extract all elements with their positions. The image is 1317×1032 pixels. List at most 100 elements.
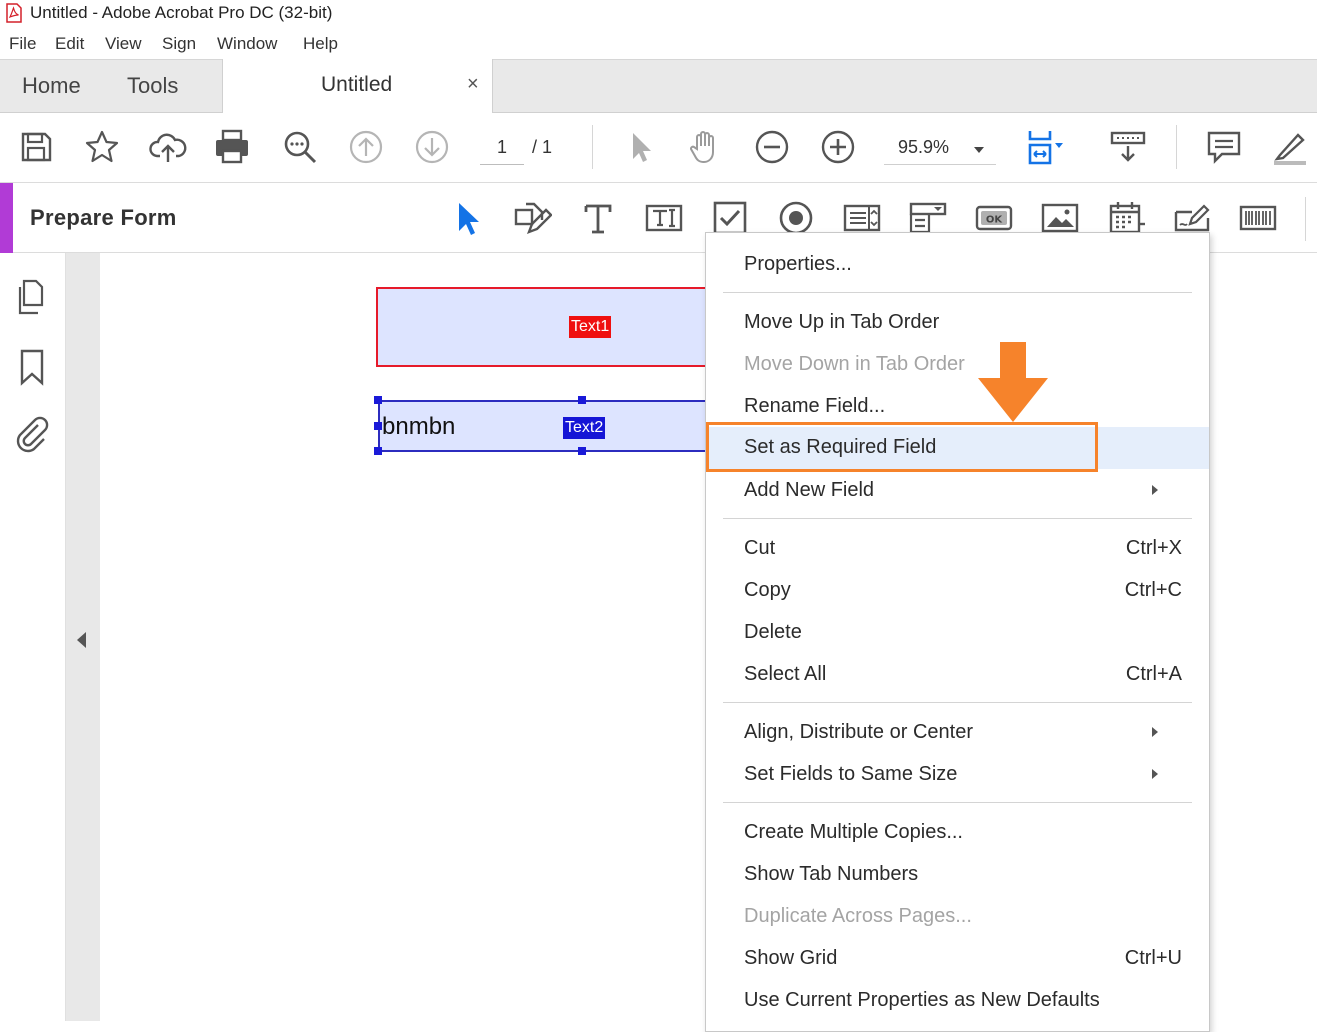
menu-item-cut[interactable]: Cut Ctrl+X (706, 528, 1209, 570)
select-object-icon[interactable] (446, 198, 486, 238)
zoom-dropdown[interactable]: 95.9% (884, 135, 996, 165)
page-number-input[interactable]: 1 (480, 135, 524, 165)
resize-handle[interactable] (374, 447, 382, 455)
tab-tools[interactable]: Tools (127, 73, 178, 99)
text-field-icon[interactable] (644, 198, 684, 238)
tab-document[interactable]: Untitled × (222, 59, 493, 114)
resize-handle[interactable] (374, 422, 382, 430)
resize-handle[interactable] (578, 396, 586, 404)
menu-item-label: Copy (744, 579, 791, 601)
tool-accent-bar (0, 183, 13, 253)
menu-item-create-multiple-copies[interactable]: Create Multiple Copies... (706, 812, 1209, 854)
field-name-tag: Text2 (563, 417, 606, 439)
menu-item-label: Add New Field (744, 479, 875, 501)
left-navigation-pane (0, 253, 66, 1021)
svg-text:OK: OK (986, 215, 1004, 226)
save-icon[interactable] (16, 127, 56, 167)
menu-item-label: Select All (744, 663, 827, 685)
menu-item-align-distribute-center[interactable]: Align, Distribute or Center (706, 712, 1209, 754)
prepare-form-title: Prepare Form (30, 205, 177, 230)
menu-window[interactable]: Window (217, 34, 277, 54)
submenu-arrow-icon (1152, 769, 1158, 779)
navigation-collapse-strip[interactable] (66, 253, 100, 1021)
upload-cloud-icon[interactable] (148, 127, 188, 167)
toolbar-divider (1176, 125, 1177, 169)
down-arrow-annotation-icon (978, 342, 1048, 422)
submenu-arrow-icon (1152, 485, 1158, 495)
toolbar-divider (592, 125, 593, 169)
highlight-pen-icon[interactable] (1270, 127, 1310, 167)
window-title: Untitled - Adobe Acrobat Pro DC (32-bit) (30, 3, 333, 22)
menu-item-label: Show Tab Numbers (744, 863, 919, 885)
menu-item-use-current-properties-defaults[interactable]: Use Current Properties as New Defaults (706, 980, 1209, 1022)
page-up-icon[interactable] (346, 127, 386, 167)
menu-help[interactable]: Help (303, 34, 338, 54)
tab-home[interactable]: Home (22, 73, 81, 99)
fit-page-icon[interactable] (1024, 127, 1064, 167)
menu-edit[interactable]: Edit (55, 34, 84, 54)
menu-item-show-grid[interactable]: Show Grid Ctrl+U (706, 938, 1209, 980)
menu-separator (723, 518, 1192, 519)
attachments-icon[interactable] (14, 415, 50, 455)
menu-item-label: Duplicate Across Pages... (744, 905, 972, 927)
collapse-arrow-icon[interactable] (77, 632, 86, 648)
edit-form-icon[interactable] (512, 198, 553, 238)
document-tab-label: Untitled (321, 73, 393, 96)
menu-sign[interactable]: Sign (162, 34, 196, 54)
chevron-down-icon (974, 147, 984, 153)
menu-separator (723, 292, 1192, 293)
barcode-icon[interactable] (1238, 198, 1278, 238)
zoom-in-icon[interactable] (818, 127, 858, 167)
menu-item-shortcut: Ctrl+A (1125, 663, 1182, 685)
page-thumbnails-icon[interactable] (14, 277, 50, 317)
zoom-search-icon[interactable] (280, 127, 320, 167)
menu-item-label: Align, Distribute or Center (744, 721, 973, 743)
resize-handle[interactable] (374, 396, 382, 404)
hand-icon[interactable] (686, 127, 726, 167)
text-field-text1[interactable]: Text1 (376, 287, 716, 367)
menu-item-move-down-tab-order: Move Down in Tab Order (706, 344, 1209, 386)
bookmarks-icon[interactable] (14, 347, 50, 387)
menu-item-add-new-field[interactable]: Add New Field (706, 470, 1209, 512)
menu-file[interactable]: File (9, 34, 36, 54)
menu-item-set-fields-same-size[interactable]: Set Fields to Same Size (706, 754, 1209, 796)
menu-bar: File Edit View Sign Window Help (0, 30, 1317, 59)
menu-item-show-tab-numbers[interactable]: Show Tab Numbers (706, 854, 1209, 896)
page-down-icon[interactable] (412, 127, 452, 167)
title-bar: Untitled - Adobe Acrobat Pro DC (32-bit) (0, 0, 1317, 28)
menu-item-label: Cut (744, 537, 776, 559)
select-arrow-icon[interactable] (620, 127, 660, 167)
menu-item-label: Properties... (744, 253, 852, 275)
acrobat-pdf-icon (6, 3, 22, 23)
menu-item-properties[interactable]: Properties... (706, 244, 1209, 286)
close-tab-icon[interactable]: × (467, 73, 479, 96)
scroll-mode-icon[interactable] (1108, 127, 1148, 167)
text-field-text2[interactable]: bnmbn Text2 (378, 400, 716, 452)
zoom-out-icon[interactable] (752, 127, 792, 167)
menu-item-label: Delete (744, 621, 802, 643)
menu-item-duplicate-across-pages: Duplicate Across Pages... (706, 896, 1209, 938)
menu-item-label: Rename Field... (744, 395, 886, 417)
menu-item-label: Use Current Properties as New Defaults (744, 989, 1100, 1011)
text-icon[interactable] (578, 198, 618, 238)
menu-item-shortcut: Ctrl+C (1124, 579, 1182, 601)
menu-item-label: Move Down in Tab Order (744, 353, 965, 375)
highlight-callout-box (706, 422, 1098, 472)
bookmark-star-icon[interactable] (82, 127, 122, 167)
tab-bar: Home Tools Untitled × (0, 59, 1317, 114)
menu-item-label: Create Multiple Copies... (744, 821, 963, 843)
submenu-arrow-icon (1152, 727, 1158, 737)
context-menu: Properties... Move Up in Tab Order Move … (705, 232, 1210, 1032)
menu-item-move-up-tab-order[interactable]: Move Up in Tab Order (706, 302, 1209, 344)
menu-item-shortcut: Ctrl+U (1124, 947, 1182, 969)
menu-item-shortcut: Ctrl+X (1125, 537, 1182, 559)
menu-item-delete[interactable]: Delete (706, 612, 1209, 654)
comment-icon[interactable] (1204, 127, 1244, 167)
print-icon[interactable] (212, 127, 252, 167)
menu-item-copy[interactable]: Copy Ctrl+C (706, 570, 1209, 612)
resize-handle[interactable] (578, 447, 586, 455)
field-value: bnmbn (382, 413, 456, 440)
menu-separator (723, 702, 1192, 703)
menu-item-select-all[interactable]: Select All Ctrl+A (706, 654, 1209, 696)
menu-view[interactable]: View (105, 34, 142, 54)
